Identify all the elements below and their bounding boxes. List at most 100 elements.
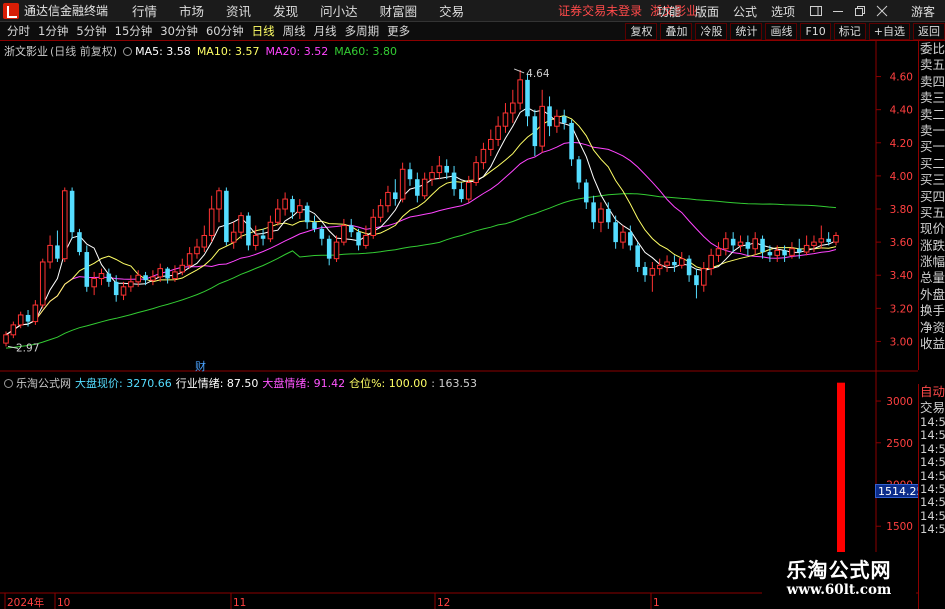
login-status[interactable]: 证券交易未登录 (558, 2, 642, 19)
sidebar-toggle-icon[interactable] (809, 4, 823, 18)
kline-chart[interactable]: 4.60 4.40 4.20 4.00 3.80 3.60 3.40 3.20 3.00 4.64… (0, 40, 918, 372)
quote-label: 买五 (920, 204, 945, 220)
price-axis-label: 4.20 (890, 138, 913, 150)
candle-body (246, 215, 251, 246)
minimize-icon[interactable] (831, 4, 845, 18)
auto-trade-label[interactable]: 自动 (919, 384, 945, 400)
quote-label: 卖二 (920, 106, 945, 122)
f10-button[interactable]: F10 (800, 23, 831, 40)
mark-button[interactable]: 标记 (833, 23, 866, 40)
candle-body (128, 281, 134, 288)
candle-body (672, 261, 677, 266)
tick-time: 14:56 (920, 415, 945, 429)
candle-body (224, 190, 229, 243)
right-menu: 功能 版面 公式 选项 游客 (657, 0, 945, 22)
menu-item-layout[interactable]: 版面 (695, 3, 719, 20)
ma5-label: MA5: 3.58 (135, 44, 191, 58)
candle-body (165, 268, 170, 279)
candle-body (113, 281, 119, 296)
statistics-button[interactable]: 统计 (730, 23, 763, 40)
candle-body (591, 202, 596, 223)
candle-body (730, 238, 736, 246)
trade-label: 交易 (920, 400, 945, 415)
price-axis-label: 4.60 (890, 72, 913, 84)
candle-body (664, 261, 670, 266)
candle-body (488, 138, 494, 150)
draw-line-button[interactable]: 画线 (765, 23, 798, 40)
menu-item-formula[interactable]: 公式 (733, 3, 757, 20)
sub-indicator-header: 乐淘公式网 大盘现价: 3270.66 行业情绪: 87.50 大盘情绪: 91… (4, 375, 481, 391)
menu-item-wealth[interactable]: 财富圈 (380, 1, 418, 20)
price-axis-label: 3.60 (890, 237, 913, 249)
candle-body (143, 275, 148, 281)
period-multi[interactable]: 多周期 (344, 23, 381, 39)
candle-body (186, 253, 193, 266)
period-toolbar: 分时 1分钟 5分钟 15分钟 30分钟 60分钟 日线 周线 月线 多周期 更… (0, 22, 945, 41)
adjust-button[interactable]: 复权 (625, 23, 658, 40)
close-icon[interactable] (875, 4, 889, 18)
period-monthly[interactable]: 月线 (313, 23, 338, 39)
candle-body (613, 222, 618, 243)
candle-body (576, 159, 582, 183)
candle-body (767, 252, 773, 256)
period-daily[interactable]: 日线 (251, 23, 276, 39)
menu-item-function[interactable]: 功能 (657, 3, 681, 20)
date-label: 11 (233, 597, 246, 609)
menu-item-options[interactable]: 选项 (771, 3, 795, 20)
tick-time: 14:56 (920, 468, 945, 483)
index-price-label: 大盘现价: 3270.66 (75, 377, 172, 390)
menu-item-trade[interactable]: 交易 (439, 1, 464, 20)
candle-body (201, 234, 208, 248)
period-5min[interactable]: 5分钟 (75, 23, 107, 39)
candle-body (69, 190, 75, 233)
ma60-label: MA60: 3.80 (334, 44, 397, 58)
candle-body (818, 238, 825, 243)
restore-icon[interactable] (853, 4, 867, 18)
indicator-settings-icon[interactable] (123, 46, 133, 56)
candle-body (17, 314, 24, 326)
candle-body (708, 254, 714, 270)
candle-body (465, 182, 472, 200)
candle-body (525, 79, 530, 117)
period-more[interactable]: 更多 (386, 23, 411, 39)
quote-panel: 委比 卖五 卖四 卖三 卖二 卖一 买一 买二 买三 买四 买五 现价 涨跌 涨… (918, 41, 945, 370)
sub-indicator-settings-icon[interactable] (4, 378, 13, 388)
quote-label: 买三 (920, 172, 945, 188)
add-watchlist-button[interactable]: +自选 (868, 23, 910, 40)
candle-body (436, 165, 443, 174)
period-15min[interactable]: 15分钟 (114, 23, 154, 39)
menu-item-ask[interactable]: 问小达 (320, 1, 358, 20)
tick-time: 14:56 (920, 508, 945, 523)
menu-item-discover[interactable]: 发现 (273, 1, 298, 20)
tick-time: 14:56 (920, 522, 945, 537)
ma20-line (5, 141, 837, 336)
menu-item-quotes[interactable]: 行情 (132, 1, 157, 20)
guest-login[interactable]: 游客 (911, 3, 935, 20)
period-30min[interactable]: 30分钟 (159, 23, 199, 39)
menu-item-news[interactable]: 资讯 (226, 1, 251, 20)
candle-body (91, 278, 97, 288)
quote-label: 净资 (920, 319, 945, 335)
title-bar: 通达信金融终端 行情 市场 资讯 发现 问小达 财富圈 交易 证券交易未登录 浙… (0, 0, 945, 22)
candle-body (789, 248, 795, 256)
candle-body (620, 231, 626, 243)
quote-label: 买四 (920, 188, 945, 204)
quote-label: 换手 (920, 303, 945, 319)
period-60min[interactable]: 60分钟 (205, 23, 245, 39)
period-intraday[interactable]: 分时 (6, 23, 31, 39)
trade-ticks-panel: 自动 交易 14:56 14:56 14:56 14:56 14:56 14:5… (918, 384, 945, 609)
period-weekly[interactable]: 周线 (282, 23, 307, 39)
ma10-label: MA10: 3.57 (196, 44, 260, 58)
sub-axis-label: 2500 (886, 438, 913, 450)
candle-body (473, 162, 479, 184)
menu-item-market[interactable]: 市场 (179, 1, 204, 20)
back-button[interactable]: 返回 (913, 23, 945, 40)
overlay-button[interactable]: 叠加 (660, 23, 693, 40)
candle-body (297, 205, 303, 213)
candle-body (3, 334, 9, 344)
cold-stock-button[interactable]: 冷股 (695, 23, 728, 40)
main-menu: 行情 市场 资讯 发现 问小达 财富圈 交易 (132, 1, 486, 20)
candle-body (642, 266, 648, 276)
candle-body (260, 235, 266, 239)
period-1min[interactable]: 1分钟 (37, 23, 69, 39)
